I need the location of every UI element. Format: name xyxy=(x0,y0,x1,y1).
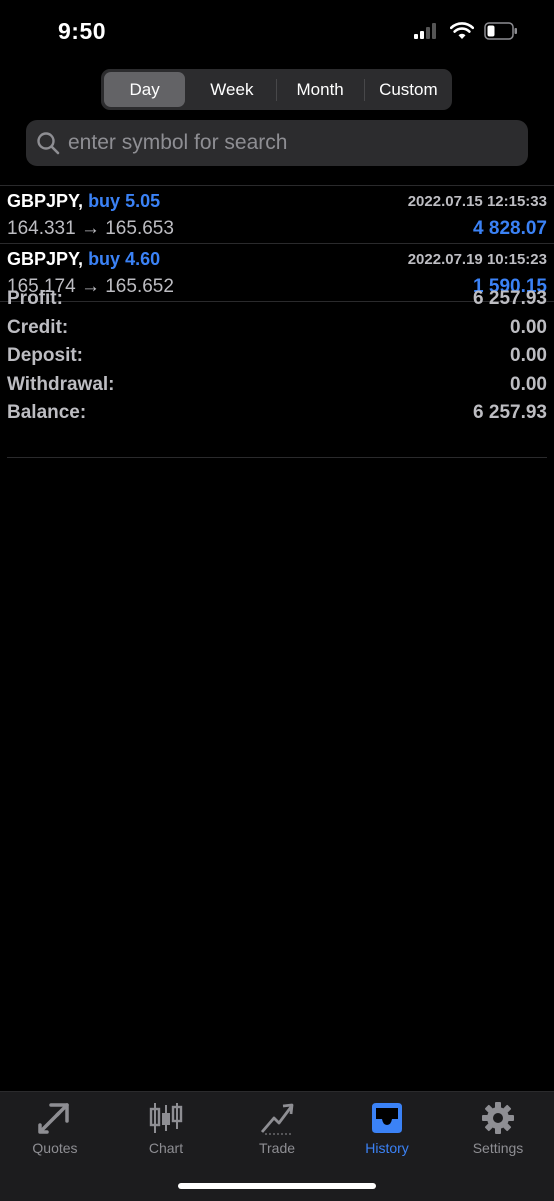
summary-value: 0.00 xyxy=(510,316,547,338)
segment-month[interactable]: Month xyxy=(280,72,361,107)
summary-withdrawal: Withdrawal: 0.00 xyxy=(7,371,547,400)
segment-custom[interactable]: Custom xyxy=(368,72,449,107)
summary-credit: Credit: 0.00 xyxy=(7,314,547,343)
summary-profit: Profit: 6 257.93 xyxy=(7,285,547,314)
deal-prices: 164.331 → 165.653 xyxy=(7,218,174,239)
tab-label: Quotes xyxy=(32,1140,78,1156)
status-icons xyxy=(414,22,518,40)
summary-deposit: Deposit: 0.00 xyxy=(7,342,547,371)
tab-quotes[interactable]: Quotes xyxy=(0,1100,110,1156)
summary-value: 0.00 xyxy=(510,345,547,367)
deal-symbol: GBPJPY, buy 4.60 xyxy=(7,249,160,270)
deal-side: buy 5.05 xyxy=(88,191,161,211)
tab-trade[interactable]: Trade xyxy=(222,1100,332,1156)
summary-value: 6 257.93 xyxy=(473,402,547,424)
tab-label: History xyxy=(365,1140,409,1156)
segment-day[interactable]: Day xyxy=(104,72,186,107)
summary-label: Credit: xyxy=(7,316,69,338)
segment-week[interactable]: Week xyxy=(191,72,272,107)
tab-chart[interactable]: Chart xyxy=(111,1100,221,1156)
deal-profit: 4 828.07 xyxy=(473,218,547,239)
battery-icon xyxy=(484,22,517,40)
search-placeholder: enter symbol for search xyxy=(68,131,288,154)
summary-label: Withdrawal: xyxy=(7,373,115,395)
deal-symbol: GBPJPY, buy 5.05 xyxy=(7,191,160,212)
home-indicator xyxy=(178,1183,376,1189)
candlestick-chart-icon xyxy=(111,1100,221,1136)
tab-history[interactable]: History xyxy=(332,1100,442,1156)
status-bar: 9:50 xyxy=(0,0,554,62)
wifi-icon xyxy=(450,22,474,39)
search-icon xyxy=(36,131,60,155)
status-time: 9:50 xyxy=(58,18,107,44)
period-segmented-control: Day Week Month Custom xyxy=(101,69,452,110)
summary-value: 6 257.93 xyxy=(473,288,547,310)
cellular-signal-icon xyxy=(414,23,436,39)
summary-value: 0.00 xyxy=(510,373,547,395)
summary-label: Balance: xyxy=(7,402,87,424)
deal-row[interactable]: GBPJPY, buy 5.05 2022.07.15 12:15:33 164… xyxy=(0,186,554,242)
deal-symbol-name: GBPJPY, xyxy=(7,191,84,211)
summary-balance: Balance: 6 257.93 xyxy=(7,399,547,428)
deal-side: buy 4.60 xyxy=(88,249,161,269)
trade-icon xyxy=(222,1100,332,1136)
quotes-icon xyxy=(0,1100,110,1136)
deal-datetime: 2022.07.19 10:15:23 xyxy=(407,251,547,268)
deal-datetime: 2022.07.15 12:15:33 xyxy=(407,193,547,210)
tab-label: Chart xyxy=(148,1140,184,1156)
segment-divider xyxy=(275,78,277,101)
tab-label: Trade xyxy=(258,1140,296,1156)
tab-settings[interactable]: Settings xyxy=(443,1100,553,1156)
gear-icon xyxy=(443,1100,553,1136)
divider xyxy=(7,457,547,458)
segment-divider xyxy=(363,78,365,101)
search-input[interactable]: enter symbol for search xyxy=(26,120,528,166)
summary-label: Profit: xyxy=(7,288,63,310)
account-summary: Profit: 6 257.93 Credit: 0.00 Deposit: 0… xyxy=(7,285,547,428)
tab-label: Settings xyxy=(472,1140,524,1156)
summary-label: Deposit: xyxy=(7,345,83,367)
inbox-icon xyxy=(332,1100,442,1136)
deal-symbol-name: GBPJPY, xyxy=(7,249,84,269)
